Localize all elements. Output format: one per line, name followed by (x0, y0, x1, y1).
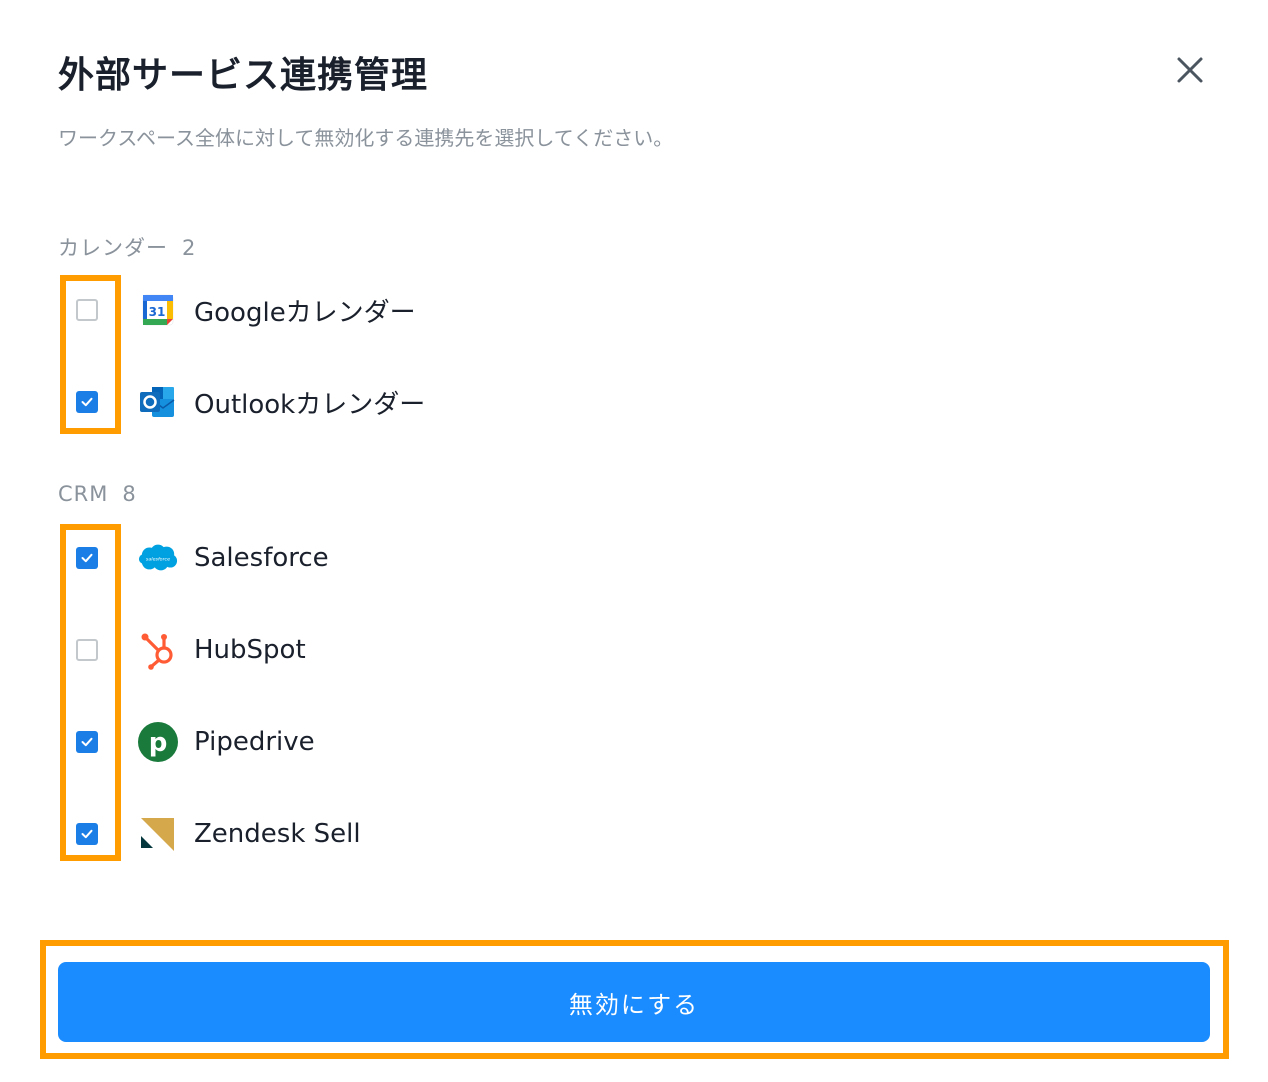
google-calendar-logo-icon: 31 (138, 290, 178, 330)
hubspot-logo-icon (138, 630, 178, 670)
checkbox-outlook-calendar[interactable] (76, 391, 98, 413)
item-label: Pipedrive (194, 727, 315, 757)
item-label: Salesforce (194, 543, 329, 573)
checkbox-zendesk-sell[interactable] (76, 823, 98, 845)
svg-text:p: p (149, 728, 168, 758)
svg-text:salesforce: salesforce (146, 556, 170, 562)
pipedrive-logo-icon: p (138, 722, 178, 762)
close-icon (1177, 57, 1203, 83)
list-item-google-calendar[interactable]: 31 Googleカレンダー (76, 290, 416, 330)
checkmark-icon (81, 737, 93, 747)
item-label: Outlookカレンダー (194, 389, 426, 420)
dialog-subtitle: ワークスペース全体に対して無効化する連携先を選択してください。 (58, 126, 674, 150)
list-item-salesforce[interactable]: salesforce Salesforce (76, 538, 329, 578)
item-label: Googleカレンダー (194, 297, 416, 328)
checkbox-salesforce[interactable] (76, 547, 98, 569)
dialog-title: 外部サービス連携管理 (58, 55, 429, 96)
salesforce-logo-icon: salesforce (138, 538, 178, 578)
list-item-pipedrive[interactable]: p Pipedrive (76, 722, 315, 762)
section-name: カレンダー (58, 236, 168, 260)
outlook-logo-icon (138, 382, 178, 422)
close-button[interactable] (1170, 50, 1210, 90)
next-item-logo-icon (138, 908, 178, 916)
section-header-calendar: カレンダー 2 (58, 232, 196, 262)
section-name: CRM (58, 482, 109, 506)
list-item-zendesk-sell[interactable]: Zendesk Sell (76, 814, 361, 854)
item-label: HubSpot (194, 635, 306, 665)
checkmark-icon (81, 553, 93, 563)
checkbox-hubspot[interactable] (76, 639, 98, 661)
checkbox-google-calendar[interactable] (76, 299, 98, 321)
checkbox-pipedrive[interactable] (76, 731, 98, 753)
svg-text:31: 31 (149, 305, 166, 319)
section-header-crm: CRM 8 (58, 482, 137, 506)
disable-button[interactable]: 無効にする (58, 962, 1210, 1042)
integration-settings-dialog: 外部サービス連携管理 ワークスペース全体に対して無効化する連携先を選択してくださ… (0, 0, 1268, 1082)
zendesk-sell-logo-icon (138, 814, 178, 854)
item-label: Zendesk Sell (194, 819, 361, 849)
list-item-outlook-calendar[interactable]: Outlookカレンダー (76, 382, 425, 422)
section-count: 8 (122, 482, 137, 506)
list-item-hubspot[interactable]: HubSpot (76, 630, 306, 670)
checkmark-icon (81, 397, 93, 407)
section-count: 2 (182, 236, 197, 260)
checkmark-icon (81, 829, 93, 839)
